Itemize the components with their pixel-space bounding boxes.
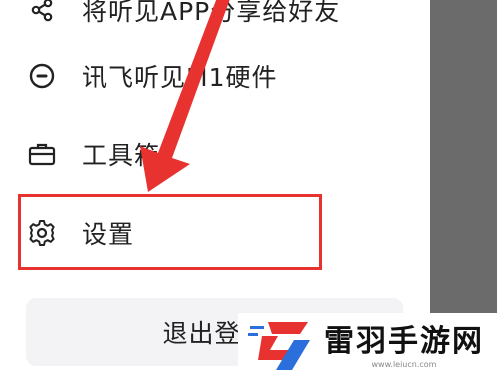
- menu-item-hardware-label: 讯飞听见M1硬件: [82, 63, 278, 92]
- watermark: 雷羽手游网 www.leiucn.com: [238, 313, 497, 379]
- menu-item-toolbox[interactable]: 工具箱: [0, 124, 420, 184]
- watermark-name: 雷羽手游网: [324, 323, 484, 359]
- recorder-device-icon: [28, 62, 56, 90]
- menu-item-toolbox-label: 工具箱: [82, 141, 161, 170]
- watermark-url: www.leiucn.com: [371, 359, 437, 369]
- screen: 将听见APP分享给好友 讯飞听见M1硬件 工具箱 设置 退出登录 雷羽手游网 w…: [0, 0, 497, 379]
- menu-item-hardware[interactable]: 讯飞听见M1硬件: [0, 46, 420, 106]
- share-icon: [28, 0, 56, 24]
- menu-item-share[interactable]: 将听见APP分享给好友: [0, 0, 420, 40]
- settings-highlight-box: [18, 194, 322, 270]
- toolbox-icon: [28, 140, 56, 168]
- menu-item-share-label: 将听见APP分享给好友: [82, 0, 341, 26]
- watermark-logo-icon: [248, 322, 310, 370]
